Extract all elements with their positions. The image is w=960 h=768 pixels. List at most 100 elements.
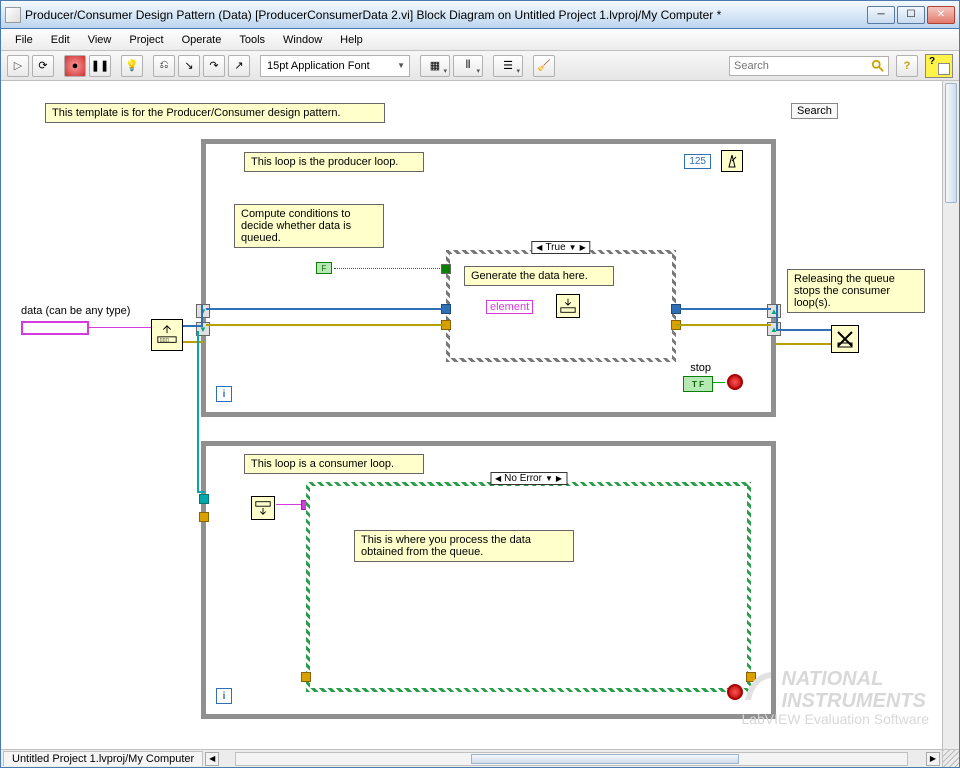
bottom-bar: Untitled Project 1.lvproj/My Computer ◀ … [1,749,942,767]
maximize-button[interactable]: ☐ [897,6,925,24]
case-dropdown-icon[interactable]: ▼ [569,243,577,252]
run-cont-button[interactable]: ⟳ [32,55,54,77]
block-diagram[interactable]: This template is for the Producer/Consum… [1,81,959,767]
case2-selector-label: No Error [504,473,542,484]
process-comment[interactable]: This is where you process the data obtai… [354,530,574,562]
obtain-queue-node[interactable]: ▯▯▯ [151,319,183,351]
producer-case-structure[interactable]: ◀ True ▼ ▶ Generate the data here. eleme… [446,250,676,362]
horizontal-scrollbar[interactable] [235,752,908,766]
generate-comment[interactable]: Generate the data here. [464,266,614,286]
case-next-icon[interactable]: ▶ [580,243,586,252]
dequeue-icon [254,499,272,517]
tab-next-button[interactable]: ▶ [926,752,940,766]
menu-window[interactable]: Window [275,32,330,48]
svg-text:▯▯▯: ▯▯▯ [160,337,169,343]
element-label: element [486,300,533,314]
loop-stop-terminal [727,374,743,390]
project-path-tab[interactable]: Untitled Project 1.lvproj/My Computer [3,751,203,766]
stop-wire [713,382,725,383]
case-selector-label: True [545,242,565,253]
pause-button[interactable]: ❚❚ [89,55,111,77]
queue-branch-wire-h [197,491,205,493]
magenta-wire [89,327,151,328]
menu-tools[interactable]: Tools [231,32,273,48]
highlight-exec-button[interactable]: 💡 [121,55,143,77]
compute-comment[interactable]: Compute conditions to decide whether dat… [234,204,384,248]
step-over-button[interactable]: ↷ [203,55,225,77]
stop-control[interactable]: T F [683,376,713,392]
data-control-label: data (can be any type) [21,305,130,317]
vscroll-thumb[interactable] [945,83,957,203]
obtain-queue-icon: ▯▯▯ [156,324,178,346]
retain-wire-button[interactable]: ⎌ [153,55,175,77]
reorder-dropdown[interactable]: ☰ [493,55,523,77]
close-button[interactable]: ✕ [927,6,955,24]
menu-operate[interactable]: Operate [174,32,230,48]
menu-file[interactable]: File [7,32,41,48]
cleanup-button[interactable]: 🧹 [533,55,555,77]
distribute-dropdown[interactable]: ⫴ [453,55,483,77]
hscroll-thumb[interactable] [471,754,739,764]
case-prev-icon[interactable]: ◀ [536,243,542,252]
consumer-title-comment[interactable]: This loop is a consumer loop. [244,454,424,474]
context-help-icon[interactable] [925,54,953,78]
run-button[interactable]: ▷ [7,55,29,77]
consumer-case-structure[interactable]: ◀ No Error ▼ ▶ This is where you process… [306,482,751,692]
vertical-scrollbar[interactable] [942,81,959,749]
diagram-search-button[interactable]: Search [791,103,838,119]
font-dropdown[interactable]: 15pt Application Font [260,55,410,77]
enqueue-icon [559,297,577,315]
step-out-button[interactable]: ↗ [228,55,250,77]
error-wire-2 [676,324,771,326]
case2-error-out-tunnel [746,672,756,682]
error-wire-1 [206,324,446,326]
consumer-error-tunnel [199,512,209,522]
case-selector[interactable]: ◀ True ▼ ▶ [531,241,590,254]
consumer-while-loop[interactable]: This loop is a consumer loop. ◀ No Error… [201,441,776,719]
template-comment[interactable]: This template is for the Producer/Consum… [45,103,385,123]
producer-title-comment[interactable]: This loop is the producer loop. [244,152,424,172]
watermark-line2: INSTRUMENTS [781,690,925,712]
search-icon [871,59,885,73]
stop-label: stop [690,362,711,374]
titlebar[interactable]: Producer/Consumer Design Pattern (Data) … [1,1,959,29]
consumer-iteration-terminal: i [216,688,232,704]
menu-view[interactable]: View [80,32,120,48]
queue-out-v [776,305,778,331]
menu-project[interactable]: Project [121,32,171,48]
case2-next-icon[interactable]: ▶ [556,474,562,483]
tab-prev-button[interactable]: ◀ [205,752,219,766]
align-dropdown[interactable]: ▦ [420,55,450,77]
step-into-button[interactable]: ↘ [178,55,200,77]
resize-grip[interactable] [942,749,959,767]
case-selector-terminal [441,264,451,274]
wait-ms-constant[interactable]: 125 [684,154,711,169]
data-control[interactable] [21,321,89,335]
help-button[interactable]: ? [896,55,918,77]
metronome-icon [724,153,740,169]
watermark-line1: NATIONAL [781,668,925,690]
wait-ms-node[interactable] [721,150,743,172]
enqueue-element-node[interactable] [556,294,580,318]
case2-dropdown-icon[interactable]: ▼ [545,474,553,483]
menu-help[interactable]: Help [332,32,371,48]
false-constant[interactable]: F [316,262,332,274]
canvas-area: This template is for the Producer/Consum… [1,81,959,767]
toolbar: ▷ ⟳ ● ❚❚ 💡 ⎌ ↘ ↷ ↗ 15pt Application Font… [1,51,959,81]
case-selector-2[interactable]: ◀ No Error ▼ ▶ [490,472,567,485]
search-input[interactable] [734,60,866,72]
abort-button[interactable]: ● [64,55,86,77]
minimize-button[interactable]: ─ [867,6,895,24]
dequeue-element-node[interactable] [251,496,275,520]
search-box[interactable] [729,56,889,76]
consumer-queue-tunnel [199,494,209,504]
menu-edit[interactable]: Edit [43,32,78,48]
case2-prev-icon[interactable]: ◀ [495,474,501,483]
producer-while-loop[interactable]: This loop is the producer loop. 125 Comp… [201,139,776,417]
shift-reg-right-queue: ▲ [767,304,781,318]
release-queue-comment[interactable]: Releasing the queue stops the consumer l… [787,269,925,313]
font-label: 15pt Application Font [267,60,370,72]
shift-reg-left-queue: ▼ [196,304,210,318]
release-queue-node[interactable] [831,325,859,353]
window-buttons: ─ ☐ ✕ [865,6,955,24]
